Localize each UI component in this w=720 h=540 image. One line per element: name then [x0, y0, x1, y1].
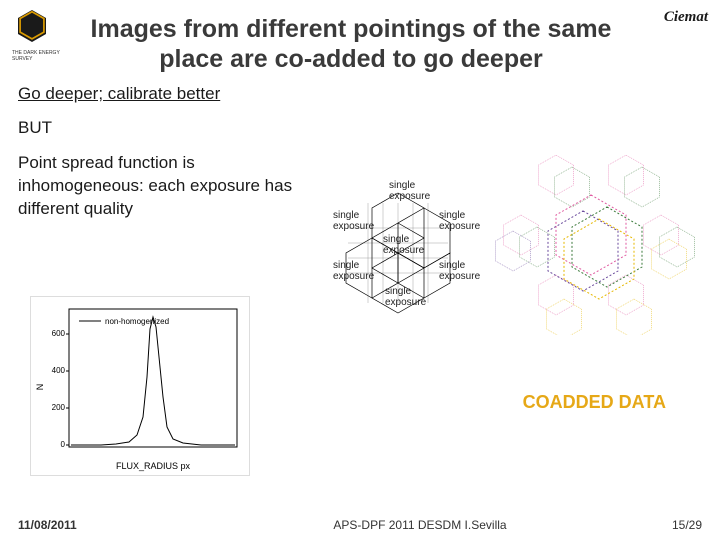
label-se-bl: singleexposure	[333, 260, 374, 282]
slide-header: THE DARK ENERGY SURVEY Images from diffe…	[0, 0, 720, 84]
flux-radius-histogram: 0 200 400 600 N FLUX_RADIUS px non-homog…	[30, 296, 250, 476]
label-se-ml: singleexposure	[333, 210, 374, 232]
ciemat-logo: Ciemat	[638, 8, 708, 26]
bullet-go-deeper: Go deeper; calibrate better	[18, 84, 702, 104]
svg-text:400: 400	[52, 366, 66, 375]
hex-cluster-single-exposures: singleexposure singleexposure singleexpo…	[303, 178, 493, 328]
label-se-bot: singleexposure	[385, 286, 426, 308]
footer-date: 11/08/2011	[18, 518, 218, 532]
footer-center: APS-DPF 2011 DESDM I.Sevilla	[218, 518, 622, 532]
label-se-top: singleexposure	[389, 180, 430, 202]
plot-legend: non-homogenized	[105, 317, 169, 326]
hex-cluster-coadded	[495, 155, 705, 335]
label-se-mr: singleexposure	[439, 210, 480, 232]
bullet-but: BUT	[18, 118, 702, 138]
label-se-mid: singleexposure	[383, 234, 424, 256]
slide-title: Images from different pointings of the s…	[64, 8, 638, 84]
svg-text:200: 200	[52, 403, 66, 412]
svg-text:600: 600	[52, 329, 66, 338]
label-se-br: singleexposure	[439, 260, 480, 282]
des-logo: THE DARK ENERGY SURVEY	[12, 8, 64, 62]
plot-ylabel: N	[35, 384, 45, 391]
coadded-caption: COADDED DATA	[523, 392, 666, 413]
plot-xlabel: FLUX_RADIUS px	[116, 461, 191, 471]
svg-text:0: 0	[61, 440, 66, 449]
slide-footer: 11/08/2011 APS-DPF 2011 DESDM I.Sevilla …	[0, 518, 720, 532]
footer-page: 15/29	[622, 518, 702, 532]
des-logo-subtext: THE DARK ENERGY SURVEY	[12, 51, 64, 62]
